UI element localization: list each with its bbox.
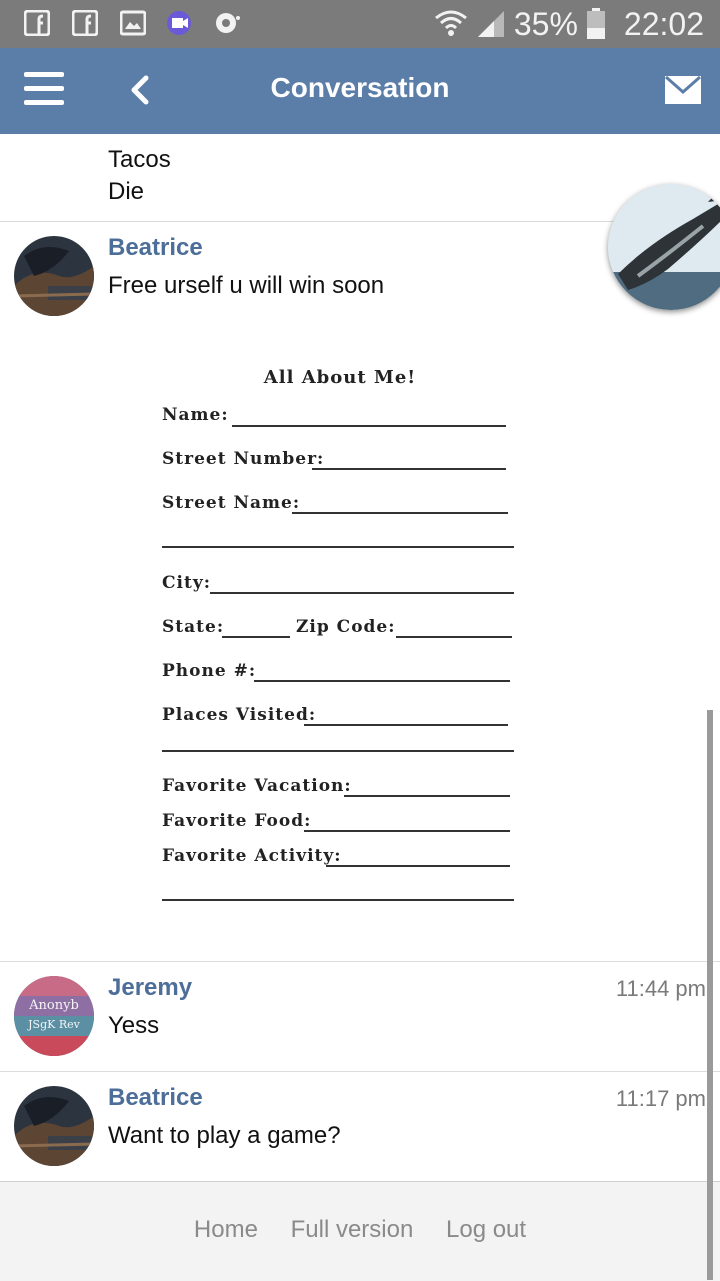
footer: Home Full version Log out xyxy=(0,1181,720,1281)
scrollbar[interactable] xyxy=(707,710,713,1280)
form-line xyxy=(396,636,512,638)
form-line xyxy=(292,512,508,514)
avatar[interactable]: Anonyb JSgK Rev xyxy=(14,976,94,1056)
record-icon xyxy=(216,13,240,33)
message-timestamp: 11:17 pm xyxy=(615,1086,706,1111)
message-timestamp: 11:44 pm xyxy=(615,976,706,1001)
facebook-icon xyxy=(72,10,98,36)
battery-icon xyxy=(586,8,605,39)
message-author[interactable]: Beatrice xyxy=(108,234,203,262)
form-line xyxy=(304,830,510,832)
message-text-line: Tacos xyxy=(108,146,171,173)
form-line xyxy=(162,750,514,752)
form-field-label: Favorite Activity: xyxy=(162,846,342,866)
footer-link-full-version[interactable]: Full version xyxy=(291,1216,414,1243)
form-field-label: City: xyxy=(162,573,211,593)
form-line xyxy=(312,468,506,470)
form-line xyxy=(232,425,506,427)
app-header: Conversation xyxy=(0,48,720,134)
message-item: Anonyb JSgK Rev Jeremy 11:44 pm Yess xyxy=(0,961,720,1071)
wifi-icon xyxy=(434,10,467,36)
form-field-label: Name: xyxy=(162,405,229,425)
form-line xyxy=(210,592,514,594)
form-line xyxy=(254,680,510,682)
message-item: Tacos Die xyxy=(0,134,720,221)
battery-percentage: 35% xyxy=(513,5,578,42)
message-text: Yess xyxy=(108,1012,160,1039)
video-icon xyxy=(167,11,191,35)
message-author[interactable]: Beatrice xyxy=(108,1084,203,1112)
footer-link-log-out[interactable]: Log out xyxy=(446,1216,526,1243)
message-item: Beatrice 11:17 pm Want to play a game? xyxy=(0,1071,720,1182)
signal-icon xyxy=(477,11,504,37)
svg-text:JSgK Rev: JSgK Rev xyxy=(27,1018,80,1031)
form-line xyxy=(222,636,290,638)
svg-text:Anonyb: Anonyb xyxy=(28,998,79,1013)
form-field-label: Street Name: xyxy=(162,493,301,513)
form-line xyxy=(304,724,508,726)
form-field-label: Phone #: xyxy=(162,661,257,681)
form-line xyxy=(162,899,514,901)
form-line xyxy=(344,795,510,797)
avatar[interactable] xyxy=(14,236,94,316)
form-field-label: Places Visited: xyxy=(162,705,317,725)
attachment-image[interactable]: All About Me! Name: Street Number: Stree… xyxy=(150,355,530,920)
status-bar: 35% 22:02 xyxy=(0,0,720,48)
facebook-icon xyxy=(24,10,50,36)
form-field-label: Zip Code: xyxy=(296,617,396,637)
message-text: Want to play a game? xyxy=(108,1122,341,1149)
form-field-label: State: xyxy=(162,617,225,637)
form-field-label: Favorite Food: xyxy=(162,811,312,831)
avatar[interactable] xyxy=(14,1086,94,1166)
form-title: All About Me! xyxy=(263,367,417,388)
page-title: Conversation xyxy=(270,72,450,103)
form-line xyxy=(326,865,510,867)
clock: 22:02 xyxy=(623,5,704,42)
form-field-label: Favorite Vacation: xyxy=(162,776,352,796)
message-text: Free urself u will win soon xyxy=(108,272,385,299)
image-icon xyxy=(120,10,146,36)
mail-icon[interactable] xyxy=(664,74,702,106)
footer-link-home[interactable]: Home xyxy=(194,1216,258,1243)
message-text-line: Die xyxy=(108,178,145,205)
message-author[interactable]: Jeremy xyxy=(108,974,192,1002)
form-line xyxy=(162,546,514,548)
form-field-label: Street Number: xyxy=(162,449,325,469)
footer-links: Home Full version Log out xyxy=(0,1216,720,1244)
